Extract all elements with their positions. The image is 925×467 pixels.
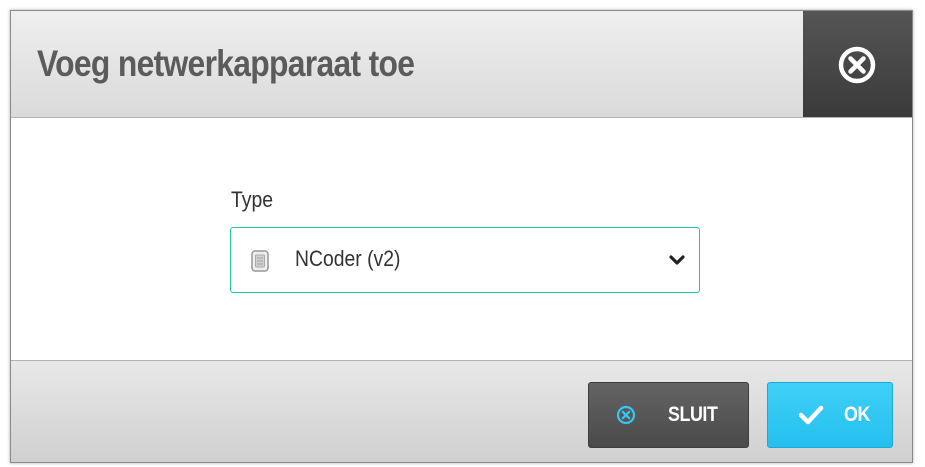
circle-x-icon [616, 405, 636, 425]
dialog-footer: SLUIT OK [11, 360, 912, 462]
circle-x-icon [838, 46, 876, 84]
checkmark-icon [798, 405, 824, 425]
type-select[interactable]: NCoder (v2) [230, 227, 700, 293]
close-button-label: SLUIT [668, 403, 718, 426]
dialog-body: Type NCoder (v2) [11, 118, 912, 360]
device-icon [251, 250, 269, 272]
ok-button-label: OK [844, 403, 870, 426]
type-label: Type [231, 187, 273, 212]
chevron-down-icon [669, 255, 685, 265]
ok-button[interactable]: OK [767, 382, 893, 448]
dialog-header: Voeg netwerkapparaat toe [11, 11, 912, 118]
dialog-close-button[interactable] [803, 11, 912, 117]
add-network-device-dialog: Voeg netwerkapparaat toe Type NCoder (v2… [10, 10, 913, 463]
dialog-title: Voeg netwerkapparaat toe [37, 43, 415, 84]
close-button[interactable]: SLUIT [588, 382, 749, 448]
type-select-value: NCoder (v2) [295, 246, 401, 271]
